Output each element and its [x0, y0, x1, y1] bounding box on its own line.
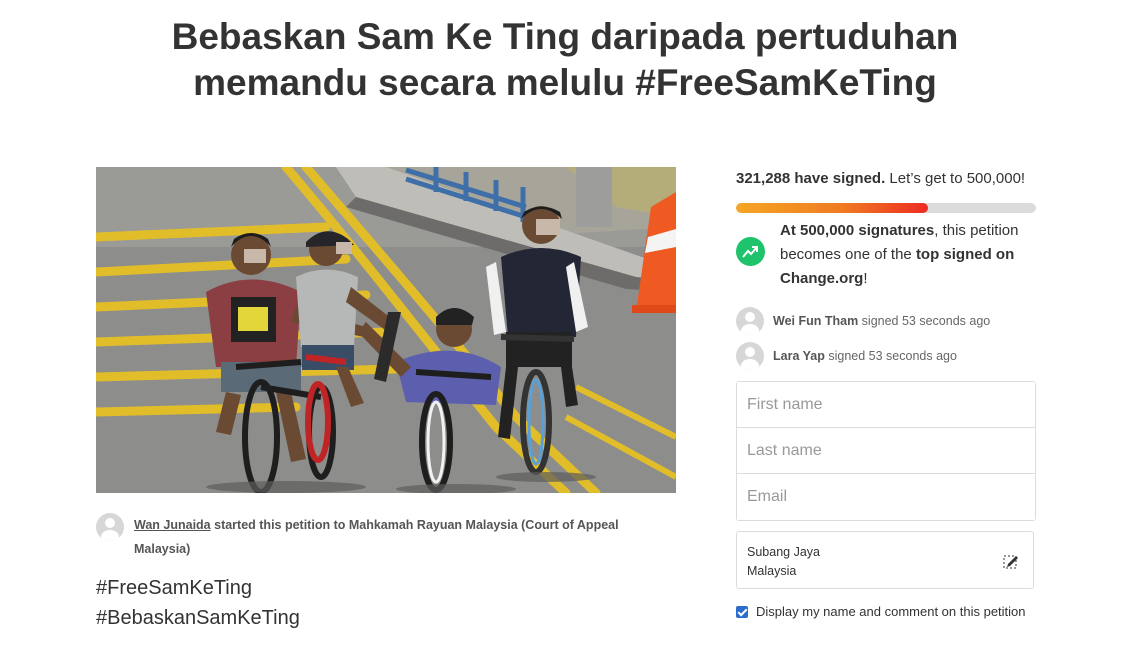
starter-text: Wan Junaida started this petition to Mah…: [134, 513, 656, 561]
location-city: Subang Jaya: [747, 545, 820, 559]
title-line-1: Bebaskan Sam Ke Ting daripada pertuduhan: [171, 16, 959, 57]
recent-signer: Lara Yap signed 53 seconds ago: [736, 342, 1036, 377]
petition-photo-illustration: [96, 167, 676, 493]
sign-sidebar: 321,288 have signed. Let’s get to 500,00…: [736, 167, 1036, 619]
first-name-input[interactable]: [737, 382, 1035, 428]
goal-bold: At 500,000 signatures: [780, 222, 935, 239]
signature-count-bold: 321,288 have signed.: [736, 170, 886, 187]
signature-progress-bar: [736, 203, 1036, 213]
display-name-label: Display my name and comment on this peti…: [756, 604, 1026, 619]
recent-signer: Wei Fun Tham signed 53 seconds ago: [736, 307, 1036, 342]
display-name-option[interactable]: Display my name and comment on this peti…: [736, 605, 1036, 619]
hashtag-1: #FreeSamKeTing: [96, 577, 252, 599]
starter-name-link[interactable]: Wan Junaida: [134, 518, 211, 532]
signer-action: signed 53 seconds ago: [858, 314, 991, 328]
edit-icon[interactable]: [1003, 553, 1019, 569]
signature-progress-fill: [736, 203, 928, 213]
signer-avatar: [736, 342, 764, 370]
signer-name: Lara Yap: [773, 349, 825, 363]
recent-signers: Wei Fun Tham signed 53 seconds ago Lara …: [736, 307, 1036, 377]
goal-end: !: [863, 270, 868, 287]
trending-up-icon: [736, 237, 765, 266]
title-line-2: memandu secara melulu #FreeSamKeTing: [193, 62, 937, 103]
location-country: Malaysia: [747, 564, 797, 578]
email-input[interactable]: [737, 474, 1035, 520]
signature-count-rest: Let’s get to 500,000!: [885, 170, 1026, 187]
location-field[interactable]: Subang Jaya Malaysia: [736, 531, 1034, 589]
sign-form: [736, 381, 1036, 521]
signer-avatar: [736, 307, 764, 335]
petition-title: Bebaskan Sam Ke Ting daripada pertuduhan…: [100, 14, 1030, 106]
starter-avatar[interactable]: [96, 513, 124, 541]
petition-photo: [96, 167, 676, 493]
hashtag-2: #BebaskanSamKeTing: [96, 607, 300, 629]
signature-goal: At 500,000 signatures, this petition bec…: [736, 219, 1036, 291]
display-name-checkbox[interactable]: [736, 606, 748, 618]
petition-hashtags: #FreeSamKeTing #BebaskanSamKeTing: [96, 573, 300, 633]
petition-starter: Wan Junaida started this petition to Mah…: [96, 513, 656, 561]
signer-action: signed 53 seconds ago: [824, 349, 957, 363]
signature-count: 321,288 have signed. Let’s get to 500,00…: [736, 167, 1036, 191]
last-name-input[interactable]: [737, 428, 1035, 474]
signer-name: Wei Fun Tham: [773, 314, 859, 328]
